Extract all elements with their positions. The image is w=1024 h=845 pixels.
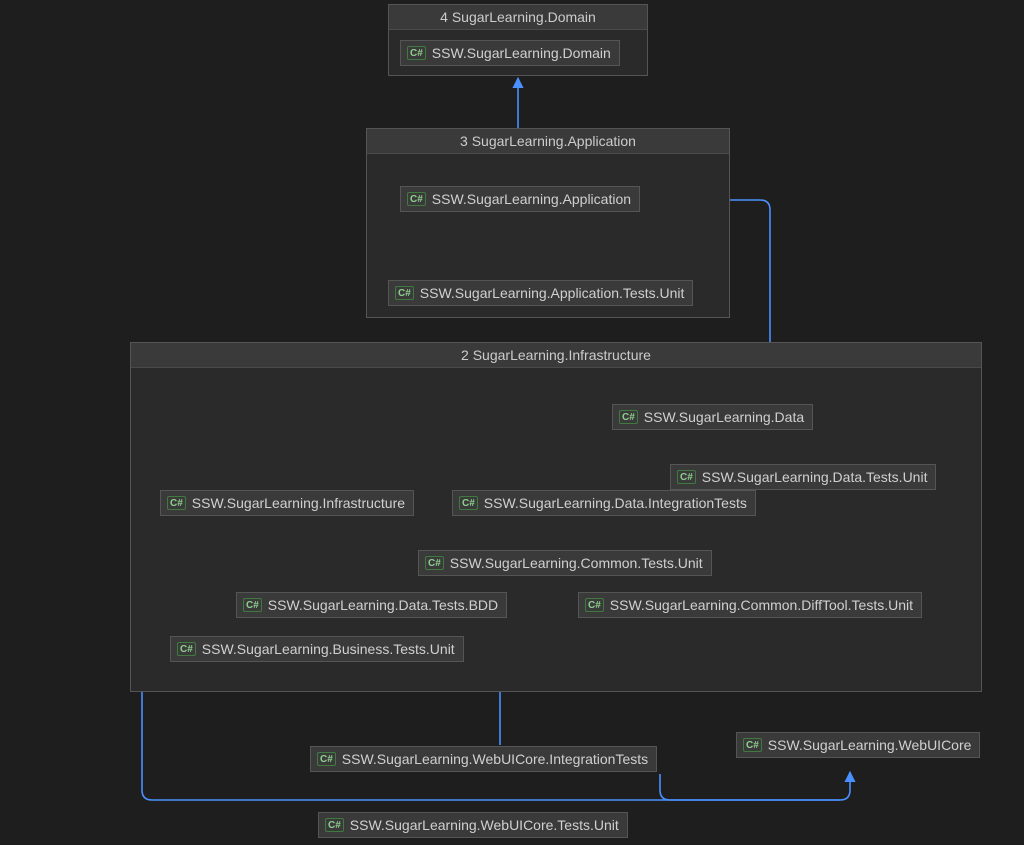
node-common-tests-unit[interactable]: C# SSW.SugarLearning.Common.Tests.Unit	[418, 550, 712, 576]
csharp-icon: C#	[407, 192, 426, 206]
node-infrastructure[interactable]: C# SSW.SugarLearning.Infrastructure	[160, 490, 414, 516]
node-webuicore-tests-unit[interactable]: C# SSW.SugarLearning.WebUICore.Tests.Uni…	[318, 812, 628, 838]
group-infrastructure-title: 2 SugarLearning.Infrastructure	[131, 343, 981, 368]
node-common-difftool-tests-unit[interactable]: C# SSW.SugarLearning.Common.DiffTool.Tes…	[578, 592, 922, 618]
node-application-tests-unit[interactable]: C# SSW.SugarLearning.Application.Tests.U…	[388, 280, 693, 306]
node-label: SSW.SugarLearning.Common.Tests.Unit	[450, 555, 703, 571]
node-webuicore-integrationtests[interactable]: C# SSW.SugarLearning.WebUICore.Integrati…	[310, 746, 657, 772]
dependency-diagram: 4 SugarLearning.Domain C# SSW.SugarLearn…	[0, 0, 1024, 845]
csharp-icon: C#	[243, 598, 262, 612]
csharp-icon: C#	[585, 598, 604, 612]
csharp-icon: C#	[177, 642, 196, 656]
csharp-icon: C#	[425, 556, 444, 570]
node-webuicore[interactable]: C# SSW.SugarLearning.WebUICore	[736, 732, 980, 758]
node-label: SSW.SugarLearning.Data.Tests.Unit	[702, 469, 928, 485]
node-label: SSW.SugarLearning.Data.IntegrationTests	[484, 495, 747, 511]
node-data-tests-unit[interactable]: C# SSW.SugarLearning.Data.Tests.Unit	[670, 464, 936, 490]
node-label: SSW.SugarLearning.Data.Tests.BDD	[268, 597, 498, 613]
csharp-icon: C#	[325, 818, 344, 832]
node-label: SSW.SugarLearning.Business.Tests.Unit	[202, 641, 455, 657]
csharp-icon: C#	[619, 410, 638, 424]
node-application[interactable]: C# SSW.SugarLearning.Application	[400, 186, 640, 212]
node-business-tests-unit[interactable]: C# SSW.SugarLearning.Business.Tests.Unit	[170, 636, 464, 662]
group-domain-title: 4 SugarLearning.Domain	[389, 5, 647, 30]
csharp-icon: C#	[167, 496, 186, 510]
node-label: SSW.SugarLearning.Application	[432, 191, 631, 207]
group-application-title: 3 SugarLearning.Application	[367, 129, 729, 154]
node-data-tests-bdd[interactable]: C# SSW.SugarLearning.Data.Tests.BDD	[236, 592, 507, 618]
csharp-icon: C#	[677, 470, 696, 484]
csharp-icon: C#	[459, 496, 478, 510]
node-label: SSW.SugarLearning.WebUICore.Tests.Unit	[350, 817, 619, 833]
csharp-icon: C#	[395, 286, 414, 300]
csharp-icon: C#	[743, 738, 762, 752]
csharp-icon: C#	[317, 752, 336, 766]
node-label: SSW.SugarLearning.WebUICore	[768, 737, 972, 753]
node-data[interactable]: C# SSW.SugarLearning.Data	[612, 404, 813, 430]
node-label: SSW.SugarLearning.Infrastructure	[192, 495, 405, 511]
node-label: SSW.SugarLearning.Application.Tests.Unit	[420, 285, 685, 301]
node-label: SSW.SugarLearning.Common.DiffTool.Tests.…	[610, 597, 913, 613]
node-domain[interactable]: C# SSW.SugarLearning.Domain	[400, 40, 620, 66]
node-data-integrationtests[interactable]: C# SSW.SugarLearning.Data.IntegrationTes…	[452, 490, 756, 516]
node-label: SSW.SugarLearning.WebUICore.IntegrationT…	[342, 751, 648, 767]
node-label: SSW.SugarLearning.Domain	[432, 45, 611, 61]
csharp-icon: C#	[407, 46, 426, 60]
node-label: SSW.SugarLearning.Data	[644, 409, 804, 425]
